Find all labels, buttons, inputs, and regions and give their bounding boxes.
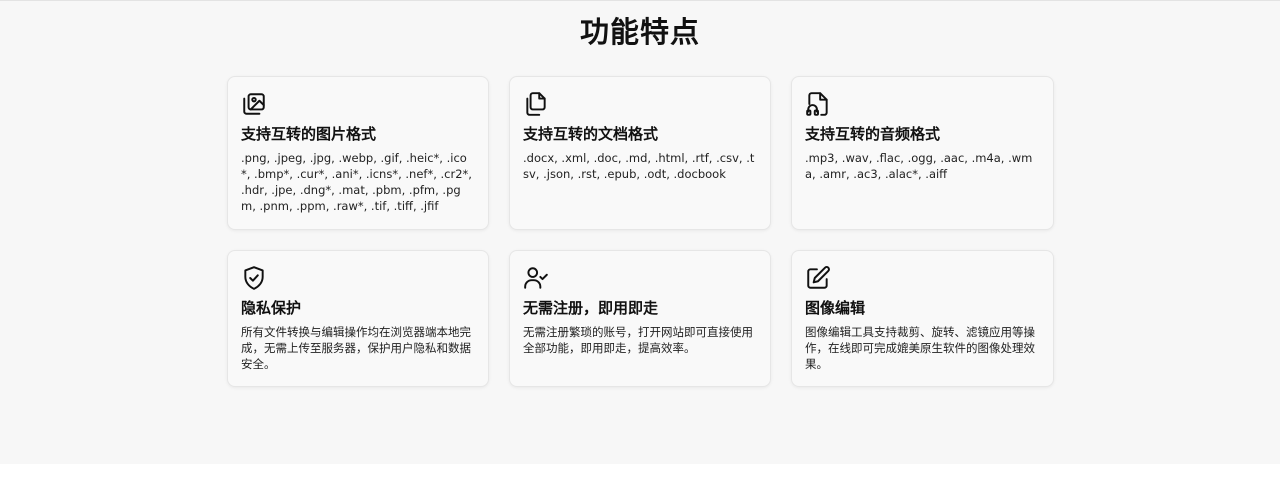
user-check-icon [523,265,549,291]
feature-title: 隐私保护 [241,299,302,317]
features-section: 功能特点 支持互转的图片格式 .png, .jpeg, .jpg, .webp,… [0,0,1280,464]
feature-card-document-formats: 支持互转的文档格式 .docx, .xml, .doc, .md, .html,… [509,76,771,230]
feature-card-privacy: 隐私保护 所有文件转换与编辑操作均在浏览器端本地完成，无需上传至服务器，保护用户… [227,250,489,387]
feature-card-no-registration: 无需注册，即用即走 无需注册繁琐的账号，打开网站即可直接使用全部功能，即用即走，… [509,250,771,387]
feature-card-image-editing: 图像编辑 图像编辑工具支持裁剪、旋转、滤镜应用等操作，在线即可完成媲美原生软件的… [791,250,1054,387]
edit-icon [805,265,831,291]
image-gallery-icon [241,91,267,117]
documents-icon [523,91,549,117]
section-title: 功能特点 [579,15,700,49]
feature-description: 无需注册繁琐的账号，打开网站即可直接使用全部功能，即用即走，提高效率。 [523,325,753,355]
feature-description: .png, .jpeg, .jpg, .webp, .gif, .heic*, … [241,151,472,213]
feature-description: 图像编辑工具支持裁剪、旋转、滤镜应用等操作，在线即可完成媲美原生软件的图像处理效… [805,325,1035,371]
shield-check-icon [241,265,267,291]
feature-title: 无需注册，即用即走 [523,299,659,317]
feature-description: 所有文件转换与编辑操作均在浏览器端本地完成，无需上传至服务器，保护用户隐私和数据… [241,325,471,371]
feature-title: 支持互转的音频格式 [805,125,941,143]
feature-card-image-formats: 支持互转的图片格式 .png, .jpeg, .jpg, .webp, .gif… [227,76,489,230]
feature-card-audio-formats: 支持互转的音频格式 .mp3, .wav, .flac, .ogg, .aac,… [791,76,1054,230]
feature-description: .mp3, .wav, .flac, .ogg, .aac, .m4a, .wm… [805,151,1033,181]
feature-title: 图像编辑 [805,299,866,317]
audio-file-icon [805,91,831,117]
feature-title: 支持互转的文档格式 [523,125,659,143]
feature-description: .docx, .xml, .doc, .md, .html, .rtf, .cs… [523,151,755,181]
features-grid: 支持互转的图片格式 .png, .jpeg, .jpg, .webp, .gif… [227,76,1054,387]
feature-title: 支持互转的图片格式 [241,125,377,143]
